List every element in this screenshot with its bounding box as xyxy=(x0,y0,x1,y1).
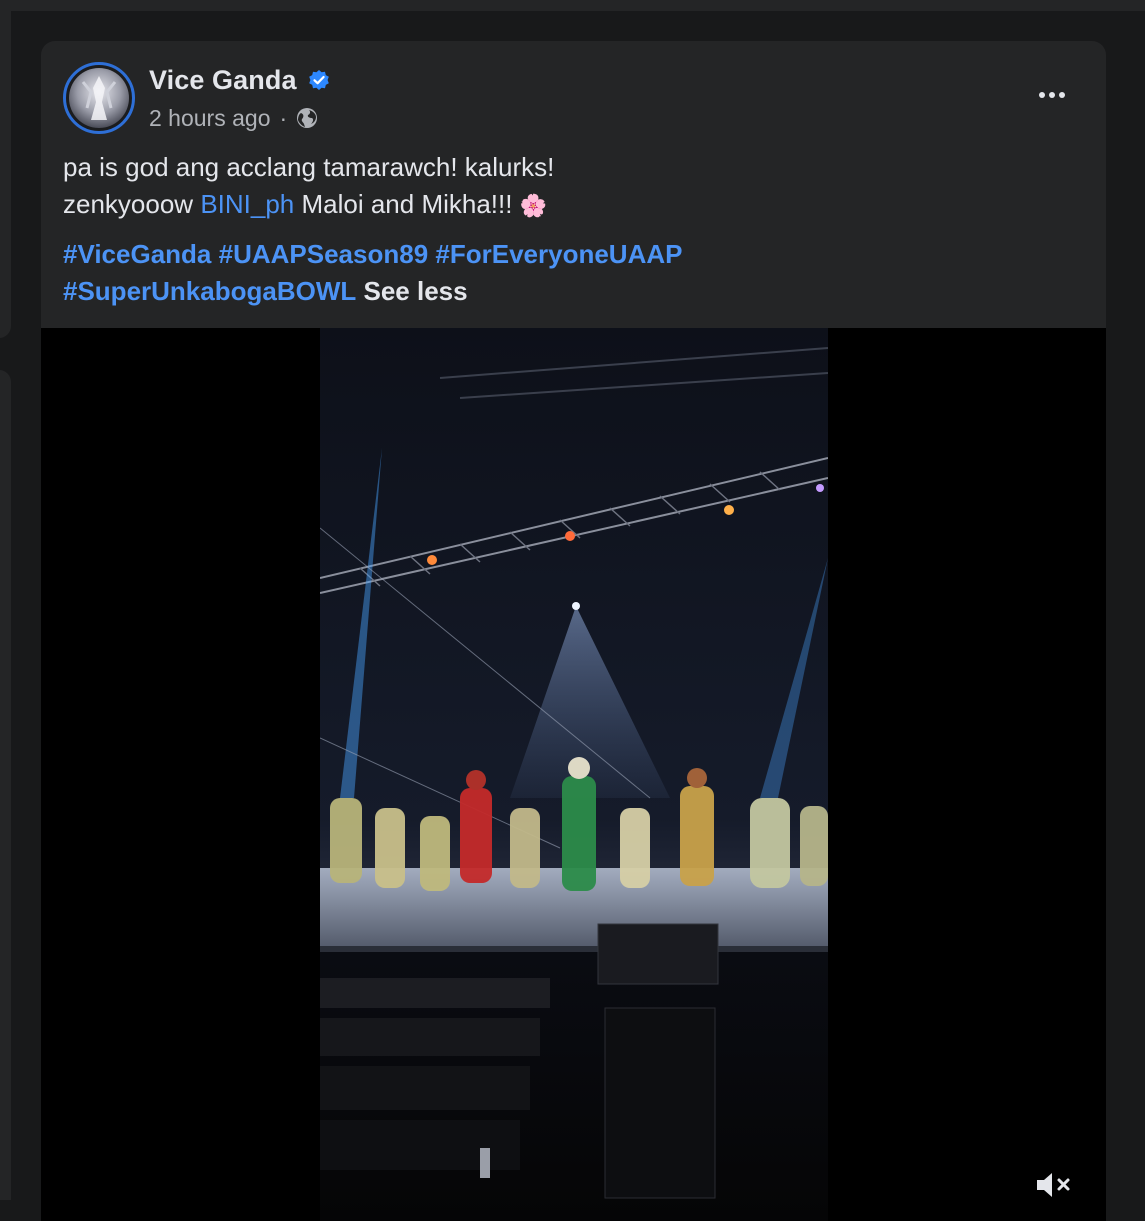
hashtag-link[interactable]: #SuperUnkabogaBOWL xyxy=(63,276,356,306)
more-options-icon xyxy=(1039,92,1045,98)
caption-text-suffix: Maloi and Mikha!!! xyxy=(294,189,520,219)
post-meta: 2 hours ago · xyxy=(149,101,318,135)
hashtag-link[interactable]: #ForEveryoneUAAP xyxy=(435,239,682,269)
caption-line-1: pa is god ang acclang tamarawch! kalurks… xyxy=(63,152,555,182)
post-timestamp[interactable]: 2 hours ago xyxy=(149,105,270,132)
side-card-bottom xyxy=(0,370,11,1200)
side-card-top xyxy=(0,10,11,338)
mention-link[interactable]: BINI_ph xyxy=(200,189,294,219)
caption-line-2: zenkyooow BINI_ph Maloi and Mikha!!! 🌸 xyxy=(63,186,1083,224)
author-name[interactable]: Vice Ganda xyxy=(149,65,297,96)
avatar-image xyxy=(69,68,129,128)
post-caption: pa is god ang acclang tamarawch! kalurks… xyxy=(63,149,1083,310)
avatar[interactable] xyxy=(63,62,135,134)
caption-text-prefix: zenkyooow xyxy=(63,189,201,219)
see-less-button[interactable]: See less xyxy=(363,276,467,306)
hashtag-link[interactable]: #UAAPSeason89 xyxy=(219,239,429,269)
post-card: Vice Ganda 2 hours ago · pa is god ang a… xyxy=(41,41,1106,1221)
globe-icon xyxy=(297,108,318,128)
verified-badge-icon xyxy=(308,70,329,90)
hashtags-line-1: #ViceGanda #UAAPSeason89 #ForEveryoneUAA… xyxy=(63,236,1083,273)
mute-button[interactable] xyxy=(1034,1169,1074,1201)
video-frame xyxy=(320,328,828,1221)
meta-separator: · xyxy=(279,104,288,131)
cherry-blossom-emoji: 🌸 xyxy=(519,193,548,218)
video-player[interactable] xyxy=(41,328,1106,1221)
hashtags-line-2: #SuperUnkabogaBOWL See less xyxy=(63,273,1083,310)
previous-card-edge xyxy=(0,0,1145,11)
hashtag-link[interactable]: #ViceGanda xyxy=(63,239,211,269)
more-options-button[interactable] xyxy=(1029,79,1075,111)
muted-speaker-icon xyxy=(1037,1173,1070,1197)
author-row: Vice Ganda xyxy=(149,63,331,97)
